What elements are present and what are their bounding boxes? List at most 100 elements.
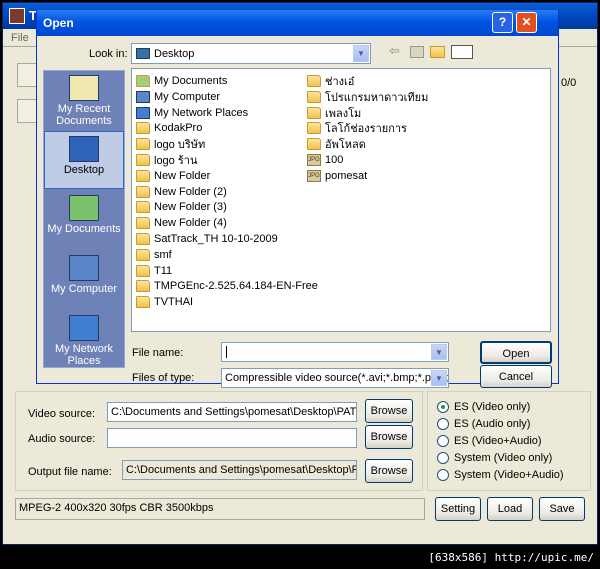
- folder-icon: [307, 138, 321, 151]
- close-button[interactable]: ✕: [516, 12, 537, 33]
- radio-button-icon[interactable]: [437, 401, 449, 413]
- file-list-item[interactable]: New Folder: [136, 168, 210, 184]
- radio-label: System (Video+Audio): [454, 469, 564, 481]
- file-name: New Folder (4): [154, 217, 227, 230]
- output-file-input[interactable]: C:\Documents and Settings\pomesat\Deskto…: [122, 460, 357, 480]
- menu-file[interactable]: File: [11, 32, 29, 44]
- file-list-item[interactable]: My Computer: [136, 89, 220, 105]
- radio-button-icon[interactable]: [437, 452, 449, 464]
- jpg-file-icon: JPG: [307, 154, 321, 166]
- my-documents-icon: [136, 75, 150, 87]
- file-name-input[interactable]: ▼: [221, 342, 449, 362]
- view-menu-icon[interactable]: [451, 45, 473, 59]
- radio-label: ES (Audio only): [454, 418, 531, 430]
- place-recent-documents[interactable]: My Recent Documents: [44, 71, 124, 129]
- file-list-item[interactable]: My Network Places: [136, 105, 248, 121]
- file-list-item[interactable]: smf: [136, 247, 172, 263]
- video-browse-button[interactable]: Browse: [365, 399, 413, 423]
- file-list-item[interactable]: My Documents: [136, 73, 227, 89]
- chevron-down-icon[interactable]: ▼: [353, 45, 369, 62]
- radio-button-icon[interactable]: [437, 418, 449, 430]
- place-label: My Computer: [50, 283, 118, 295]
- setting-button[interactable]: Setting: [435, 497, 481, 521]
- chevron-down-icon[interactable]: ▼: [431, 370, 447, 386]
- frame-counter: 0/0: [561, 77, 577, 89]
- radio-button-icon[interactable]: [437, 435, 449, 447]
- folder-icon: [136, 217, 150, 230]
- cancel-button[interactable]: Cancel: [480, 365, 552, 388]
- file-name: 100: [325, 154, 344, 166]
- folder-icon: [307, 106, 321, 119]
- close-icon: ✕: [521, 15, 532, 29]
- file-name: New Folder (2): [154, 185, 227, 198]
- file-list-item[interactable]: โลโก้ช่องรายการ: [307, 120, 407, 136]
- network-places-icon: [136, 106, 150, 119]
- load-button[interactable]: Load: [487, 497, 533, 521]
- radio-label: ES (Video only): [454, 401, 531, 413]
- file-list-item[interactable]: TVTHAI: [136, 294, 193, 310]
- place-label: My Documents: [47, 223, 121, 235]
- file-list-item[interactable]: อัพโหลด: [307, 136, 366, 152]
- file-name: อัพโหลด: [325, 139, 366, 152]
- place-desktop[interactable]: Desktop: [44, 131, 124, 189]
- file-list-item[interactable]: logo บริษัท: [136, 136, 205, 152]
- file-name: SatTrack_TH 10-10-2009: [154, 233, 278, 245]
- new-folder-icon[interactable]: [430, 46, 445, 58]
- file-list: My Documents My Computer My Network Places…: [131, 68, 551, 332]
- file-name: My Computer: [154, 90, 221, 103]
- radio-option[interactable]: ES (Video+Audio): [437, 433, 542, 449]
- place-my-documents[interactable]: My Documents: [44, 191, 124, 249]
- audio-browse-button[interactable]: Browse: [365, 425, 413, 449]
- audio-source-input[interactable]: [107, 428, 357, 448]
- file-list-item[interactable]: โปรแกรมหาดาวเทียม: [307, 89, 428, 105]
- file-list-item[interactable]: T11: [136, 263, 172, 279]
- file-list-item[interactable]: เพลงโม: [307, 105, 361, 121]
- radio-label: ES (Video+Audio): [454, 435, 542, 447]
- radio-option[interactable]: ES (Video only): [437, 399, 530, 415]
- file-name: TVTHAI: [154, 296, 194, 309]
- look-in-value: Desktop: [154, 48, 195, 60]
- radio-option[interactable]: System (Video only): [437, 450, 552, 466]
- radio-option[interactable]: ES (Audio only): [437, 416, 530, 432]
- file-list-item[interactable]: JPG 100: [307, 152, 343, 168]
- audio-source-label: Audio source:: [28, 433, 96, 445]
- folder-icon: [136, 280, 150, 293]
- radio-option[interactable]: System (Video+Audio): [437, 467, 564, 483]
- file-name: T11: [154, 264, 173, 277]
- file-name: logo ร้าน: [154, 155, 198, 167]
- video-source-input[interactable]: C:\Documents and Settings\pomesat\Deskto…: [107, 402, 357, 422]
- watermark: [638x586] http://upic.me/: [0, 549, 600, 569]
- file-list-item[interactable]: TMPGEnc-2.525.64.184-EN-Free: [136, 278, 318, 294]
- file-name: My Network Places: [154, 106, 249, 119]
- file-list-item[interactable]: New Folder (3): [136, 199, 227, 215]
- look-in-dropdown[interactable]: Desktop ▼: [131, 43, 371, 64]
- desktop-small-icon: [136, 48, 150, 59]
- dialog-title: Open: [43, 16, 74, 30]
- file-list-item[interactable]: logo ร้าน: [136, 152, 197, 168]
- help-button[interactable]: ?: [492, 12, 513, 33]
- file-list-item[interactable]: New Folder (4): [136, 215, 227, 231]
- folder-icon: [136, 154, 150, 166]
- file-list-item[interactable]: JPG pomesat: [307, 168, 367, 184]
- up-folder-icon[interactable]: [410, 46, 424, 58]
- place-label: My Network Places: [54, 343, 114, 367]
- files-of-type-dropdown[interactable]: Compressible video source(*.avi;*.bmp;*.…: [221, 368, 449, 388]
- video-source-label: Video source:: [28, 408, 96, 420]
- file-list-item[interactable]: New Folder (2): [136, 184, 227, 200]
- place-my-computer[interactable]: My Computer: [44, 251, 124, 309]
- save-button[interactable]: Save: [539, 497, 585, 521]
- back-icon[interactable]: ⇦: [389, 44, 403, 58]
- place-network-places[interactable]: My Network Places: [44, 311, 124, 369]
- file-name: KodakPro: [154, 122, 203, 135]
- folder-icon: [307, 90, 321, 103]
- app-icon: [9, 8, 25, 24]
- file-list-item[interactable]: ช่างเอ๋: [307, 73, 354, 89]
- dialog-title-bar: Open ? ✕: [37, 10, 558, 36]
- file-list-item[interactable]: SatTrack_TH 10-10-2009: [136, 231, 278, 247]
- open-button[interactable]: Open: [480, 341, 552, 364]
- radio-button-icon[interactable]: [437, 469, 449, 481]
- chevron-down-icon[interactable]: ▼: [431, 344, 447, 360]
- output-browse-button[interactable]: Browse: [365, 459, 413, 483]
- place-label: Desktop: [63, 164, 105, 176]
- file-list-item[interactable]: KodakPro: [136, 120, 202, 136]
